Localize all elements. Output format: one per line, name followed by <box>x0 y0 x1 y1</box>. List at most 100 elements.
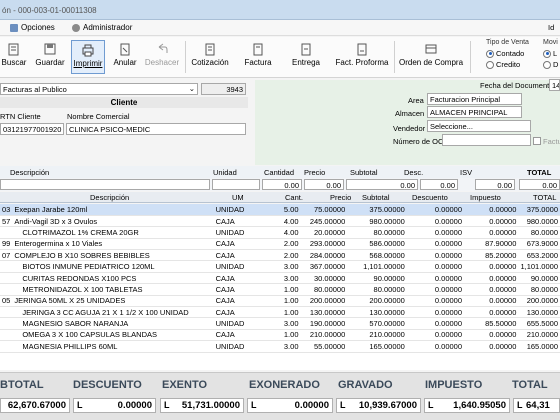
currency-symbol: L <box>77 400 83 410</box>
cell-desc: JERINGA 3 CC AGUJA 21 X 1 1/2 X 100 UNID… <box>12 306 214 319</box>
purchase-order-button-label: Orden de Compra <box>398 58 464 67</box>
cell-impuesto: 0.00000 <box>464 306 519 319</box>
radio-credito[interactable]: Credito <box>486 60 520 69</box>
cell-impuesto: 0.00000 <box>464 204 519 216</box>
col-discount[interactable]: Descuento <box>412 193 448 202</box>
cell-subtotal: 80.00000 <box>347 226 407 239</box>
grand-total-value: 64,31 <box>526 400 550 411</box>
entry-total-field: 0.00 <box>519 179 560 190</box>
cell-total: 655.5000 <box>518 317 560 330</box>
toolbar-separator <box>470 41 471 73</box>
purchase-order-button[interactable]: Orden de Compra <box>398 40 464 74</box>
radio-credito-label: Credito <box>496 60 521 69</box>
table-row[interactable]: OMEGA 3 X 100 CAPSULAS BLANDAS CAJA 1.00 21… <box>0 329 560 342</box>
cell-impuesto: 85.50000 <box>464 317 519 330</box>
invoice-icon <box>253 43 263 56</box>
commercial-name-field[interactable]: CLINICA PSICO-MEDIC <box>66 123 246 135</box>
factu-checkbox[interactable] <box>533 137 541 145</box>
cell-desc: MAGNESIO SABOR NARANJA <box>12 317 214 330</box>
col-subtotal[interactable]: Subtotal <box>362 193 390 202</box>
delivery-button[interactable]: Entrega <box>288 40 324 74</box>
cell-desc: OMEGA 3 X 100 CAPSULAS BLANDAS <box>12 329 214 342</box>
col-price[interactable]: Precio <box>330 193 351 202</box>
cell-subtotal: 570.00000 <box>347 317 407 330</box>
table-row[interactable]: CLOTRIMAZOL 1% CREMA 20GR UNIDAD 4.00 20.00… <box>0 226 560 239</box>
entry-quantity-field[interactable]: 0.00 <box>262 179 302 190</box>
col-description[interactable]: Descripción <box>90 193 129 202</box>
table-row[interactable]: MAGNESIA PHILLIPS 60ML UNIDAD 3.00 55.00000… <box>0 340 560 353</box>
cell-total: 653.2000 <box>518 249 560 262</box>
radio-contado-label: Contado <box>496 49 525 58</box>
cell-precio: 210.00000 <box>300 329 348 342</box>
table-row[interactable]: 57 Andi-Vagil 3D x 3 Ovulos CAJA 4.00 245.00… <box>0 215 560 228</box>
col-unit[interactable]: UM <box>232 193 244 202</box>
cell-total: 375.0000 <box>518 204 560 216</box>
entry-description-field[interactable] <box>0 179 210 190</box>
menu-opciones[interactable]: Opciones <box>10 23 55 32</box>
cell-impuesto: 0.00000 <box>464 295 519 308</box>
proforma-invoice-button[interactable]: Fact. Proforma <box>334 40 390 74</box>
cell-cant: 3.00 <box>261 260 301 273</box>
table-row[interactable]: BIOTOS INMUNE PEDIATRICO 120ML UNIDAD 3.00… <box>0 260 560 273</box>
cell-desc: Andi-Vagil 3D x 3 Ovulos <box>12 215 214 228</box>
cell-precio: 20.00000 <box>300 226 348 239</box>
cell-impuesto: 87.90000 <box>464 238 519 251</box>
rtn-field[interactable]: 03121977001920 <box>0 123 64 135</box>
cell-cant: 2.00 <box>261 249 301 262</box>
print-button[interactable]: Imprimir <box>71 40 105 74</box>
cell-descuento: 0.00000 <box>406 306 465 319</box>
salesperson-select[interactable]: Seleccione... <box>427 120 531 132</box>
table-row[interactable]: METRONIDAZOL X 100 TABLETAS CAJA 1.00 80.00… <box>0 283 560 296</box>
table-row[interactable]: 05 JERINGA 50ML X 25 UNIDADES CAJA 1.00 200.… <box>0 295 560 308</box>
invoice-button[interactable]: Factura <box>240 40 276 74</box>
radio-movimiento-d[interactable]: D <box>543 60 558 69</box>
table-row[interactable]: JERINGA 3 CC AGUJA 21 X 1 1/2 X 100 UNID… <box>0 306 560 319</box>
purchase-order-number-field[interactable] <box>442 134 531 146</box>
entry-unit-field[interactable] <box>212 179 260 190</box>
table-row[interactable]: 99 Enterogermina x 10 Viales CAJA 2.00 293.0… <box>0 238 560 251</box>
document-date-field[interactable]: 14 <box>549 79 560 91</box>
radio-movimiento-l[interactable]: L <box>543 49 557 58</box>
cancel-document-button[interactable]: Anular <box>111 40 139 74</box>
table-row[interactable]: 03 Exepan Jarabe 120ml UNIDAD 5.00 75.00000 3… <box>0 204 560 216</box>
quote-button[interactable]: Cotización <box>189 40 231 74</box>
col-tax[interactable]: Impuesto <box>470 193 501 202</box>
menu-administrador[interactable]: Administrador <box>72 23 132 32</box>
cell-descuento: 0.00000 <box>406 340 465 353</box>
col-total[interactable]: TOTAL <box>533 193 556 202</box>
save-button[interactable]: Guardar <box>33 40 67 74</box>
warehouse-field[interactable]: ALMACEN PRINCIPAL <box>427 106 522 118</box>
cell-total: 1,101.0000 <box>518 260 560 273</box>
invoice-button-label: Factura <box>244 58 272 67</box>
entry-price-field[interactable]: 0.00 <box>304 179 344 190</box>
table-row[interactable]: 07 COMPLEJO B X10 SOBRES BEBIBLES CAJA 2.00… <box>0 249 560 262</box>
save-button-label: Guardar <box>35 58 65 67</box>
currency-symbol: L <box>251 400 257 410</box>
entry-discount-field[interactable]: 0.00 <box>420 179 458 190</box>
cell-total: 200.0000 <box>518 295 560 308</box>
radio-contado[interactable]: Contado <box>486 49 524 58</box>
cell-pre <box>0 317 13 330</box>
entry-unit-label: Unidad <box>213 168 237 177</box>
price-list-select[interactable]: Facturas al Publico ⌄ <box>0 83 198 95</box>
radio-movimiento-l-label: L <box>553 49 558 58</box>
cell-impuesto: 0.00000 <box>464 340 519 353</box>
cell-subtotal: 210.00000 <box>347 329 407 342</box>
table-row[interactable]: CURITAS REDONDAS X100 PCS CAJA 3.00 30.0000… <box>0 272 560 285</box>
cell-impuesto: 85.20000 <box>464 249 519 262</box>
tax-value-box: L 1,640.95050 <box>424 398 510 413</box>
search-button[interactable]: Buscar <box>0 40 28 74</box>
area-field[interactable]: Facturacion Principal <box>427 93 522 105</box>
cell-descuento: 0.00000 <box>406 204 465 216</box>
exempt-label: EXENTO <box>162 379 208 391</box>
currency-symbol: L <box>164 400 170 410</box>
cell-total: 90.0000 <box>518 272 560 285</box>
taxed-label: GRAVADO <box>338 379 393 391</box>
warehouse-label: Almacen <box>395 109 425 118</box>
table-row[interactable]: MAGNESIO SABOR NARANJA UNIDAD 3.00 190.0000… <box>0 317 560 330</box>
exonerated-label: EXONERADO <box>249 379 320 391</box>
title-bar: ón - 000-003-01-00011308 <box>0 0 560 20</box>
proforma-invoice-button-label: Fact. Proforma <box>335 58 389 67</box>
col-quantity[interactable]: Cant. <box>285 193 303 202</box>
undo-button[interactable]: Deshacer <box>143 40 181 74</box>
